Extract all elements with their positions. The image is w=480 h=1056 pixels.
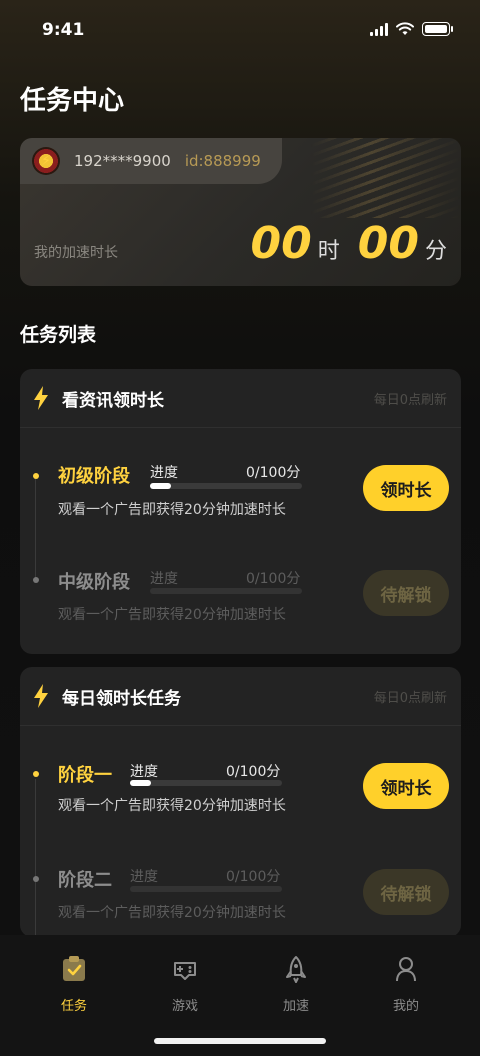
progress-value: 0/100分 — [246, 465, 301, 481]
stage-description: 观看一个广告即获得20分钟加速时长 — [58, 798, 286, 814]
progress-bar — [150, 483, 302, 489]
locked-button[interactable]: 待解锁 — [363, 570, 449, 616]
stage-description: 观看一个广告即获得20分钟加速时长 — [58, 905, 286, 921]
progress-value: 0/100分 — [226, 764, 281, 780]
tab-games[interactable]: 游戏 — [145, 955, 225, 1014]
stage-dot — [33, 577, 39, 583]
refresh-note: 每日0点刷新 — [373, 392, 447, 408]
status-bar: 9:41 — [0, 0, 480, 60]
progress-bar — [130, 780, 282, 786]
tab-label: 加速 — [282, 999, 309, 1014]
locked-button[interactable]: 待解锁 — [363, 869, 449, 915]
accel-label: 我的加速时长 — [34, 245, 118, 261]
stage-name: 阶段二 — [58, 870, 112, 891]
tab-accelerate[interactable]: 加速 — [256, 955, 336, 1014]
tab-profile[interactable]: 我的 — [366, 955, 446, 1014]
signal-icon — [370, 22, 388, 36]
avatar-logo-icon: ⚡ — [32, 147, 60, 175]
tab-label: 任务 — [60, 999, 87, 1014]
stage-description: 观看一个广告即获得20分钟加速时长 — [58, 607, 286, 623]
progress-label: 进度 — [130, 764, 158, 780]
tab-tasks[interactable]: 任务 — [34, 955, 114, 1014]
task-header: 每日领时长任务 每日0点刷新 — [20, 667, 461, 726]
battery-icon — [422, 22, 453, 36]
status-time: 9:41 — [42, 20, 85, 40]
task-stage: 阶段二 进度 0/100分 观看一个广告即获得20分钟加速时长 待解锁 — [20, 864, 461, 934]
claim-time-button[interactable]: 领时长 — [363, 763, 449, 809]
user-phone: 192****9900 — [74, 152, 171, 170]
stage-dot — [33, 771, 39, 777]
stage-description: 观看一个广告即获得20分钟加速时长 — [58, 502, 286, 518]
stage-name: 阶段一 — [58, 765, 112, 786]
rocket-icon — [286, 956, 306, 983]
accel-hours: 00 — [250, 218, 312, 269]
hours-unit: 时 — [317, 239, 340, 264]
tab-label: 我的 — [392, 999, 419, 1014]
task-stage: 初级阶段 进度 0/100分 观看一个广告即获得20分钟加速时长 领时长 — [20, 457, 461, 527]
progress-label: 进度 — [150, 571, 178, 587]
accel-minutes: 00 — [357, 218, 419, 269]
home-indicator — [154, 1038, 326, 1044]
account-card: ⚡ 192****9900 id:888999 我的加速时长 00 时 00 分 — [20, 138, 461, 286]
wifi-icon — [396, 22, 414, 35]
claim-time-button[interactable]: 领时长 — [363, 465, 449, 511]
card-decoration — [311, 138, 461, 218]
task-stage: 中级阶段 进度 0/100分 观看一个广告即获得20分钟加速时长 待解锁 — [20, 564, 461, 634]
task-card: 每日领时长任务 每日0点刷新 阶段一 进度 0/100分 观看一个广告即获得20… — [20, 667, 461, 937]
task-card: 看资讯领时长 每日0点刷新 初级阶段 进度 0/100分 观看一个广告即获得20… — [20, 369, 461, 654]
task-title: 看资讯领时长 — [62, 390, 164, 411]
minutes-unit: 分 — [424, 239, 447, 264]
accel-duration: 00 时 00 分 — [251, 218, 448, 269]
task-header: 看资讯领时长 每日0点刷新 — [20, 369, 461, 428]
progress-bar — [150, 588, 302, 594]
refresh-note: 每日0点刷新 — [373, 690, 447, 706]
task-stage: 阶段一 进度 0/100分 观看一个广告即获得20分钟加速时长 领时长 — [20, 757, 461, 827]
task-clipboard-icon — [63, 956, 85, 981]
progress-bar — [130, 886, 282, 892]
progress-label: 进度 — [150, 465, 178, 481]
user-icon — [396, 957, 416, 982]
progress-label: 进度 — [130, 869, 158, 885]
status-icons — [370, 22, 453, 36]
user-id: id:888999 — [184, 152, 261, 170]
gamepad-icon — [174, 962, 196, 980]
progress-value: 0/100分 — [246, 571, 301, 587]
lightning-icon — [34, 684, 48, 708]
page-title: 任务中心 — [20, 86, 125, 116]
stage-name: 中级阶段 — [58, 572, 130, 593]
lightning-icon — [34, 386, 48, 410]
section-title: 任务列表 — [20, 324, 97, 346]
task-title: 每日领时长任务 — [62, 688, 181, 709]
stage-name: 初级阶段 — [58, 466, 130, 487]
stage-dot — [33, 473, 39, 479]
stage-dot — [33, 876, 39, 882]
progress-value: 0/100分 — [226, 869, 281, 885]
user-info: ⚡ 192****9900 id:888999 — [20, 138, 282, 184]
tab-label: 游戏 — [171, 999, 198, 1014]
